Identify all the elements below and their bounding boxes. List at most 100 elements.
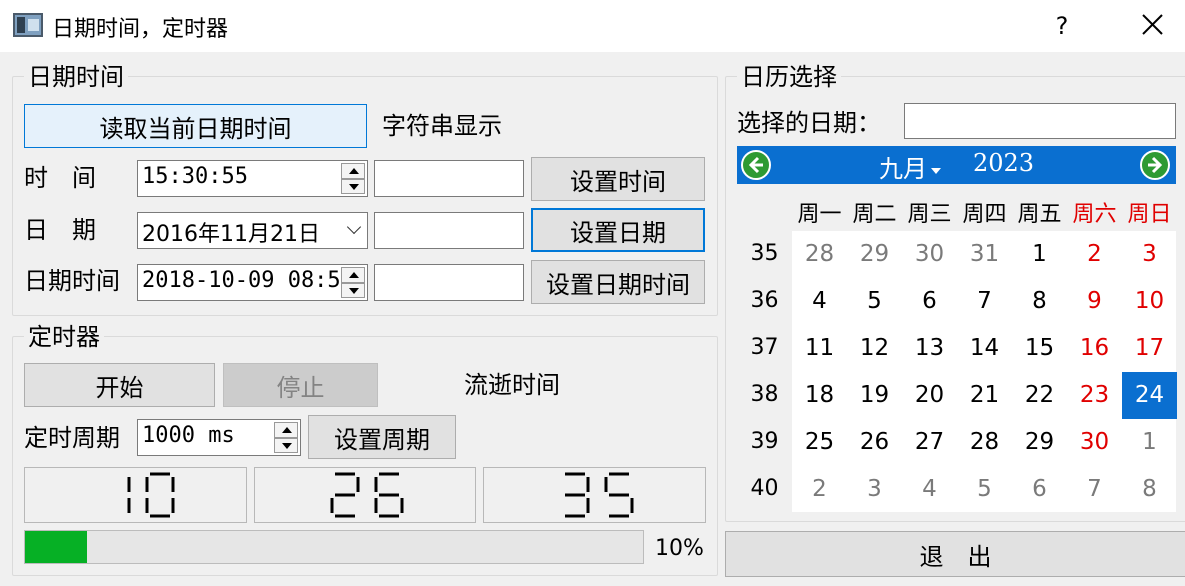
lcd-hour	[24, 467, 247, 523]
progress-bar	[24, 530, 644, 564]
calendar-day[interactable]: 6	[1012, 466, 1067, 513]
calendar-day[interactable]: 29	[847, 231, 902, 278]
calendar-day[interactable]: 13	[902, 325, 957, 372]
calendar-day[interactable]: 30	[902, 231, 957, 278]
calendar-day[interactable]: 24	[1122, 372, 1177, 419]
calendar-day[interactable]: 28	[792, 231, 847, 278]
progress-fill	[25, 531, 87, 563]
close-icon	[1142, 14, 1163, 35]
calendar-group-title: 日历选择	[737, 63, 841, 91]
calendar-day[interactable]: 6	[902, 278, 957, 325]
timer-group-title: 定时器	[24, 323, 104, 351]
time-text-input[interactable]	[374, 160, 524, 197]
weekday-header: 周二	[852, 202, 897, 227]
set-datetime-button[interactable]: 设置日期时间	[531, 260, 705, 304]
calendar-day[interactable]: 26	[847, 419, 902, 466]
calendar-day[interactable]: 11	[792, 325, 847, 372]
calendar-day[interactable]: 29	[1012, 419, 1067, 466]
datetime-edit[interactable]: 2018-10-09 08:5	[137, 264, 368, 301]
weekday-header: 周四	[962, 202, 1007, 227]
week-number: 38	[750, 382, 779, 407]
set-period-button[interactable]: 设置周期	[308, 415, 456, 459]
calendar-day[interactable]: 15	[1012, 325, 1067, 372]
lcd-second-digits	[564, 472, 633, 518]
selected-date-input[interactable]	[904, 103, 1176, 139]
calendar-day[interactable]: 18	[792, 372, 847, 419]
week-number: 40	[750, 476, 779, 501]
datetime-label: 日期时间	[24, 267, 120, 295]
calendar-day[interactable]: 1	[1122, 419, 1177, 466]
calendar-day[interactable]: 21	[957, 372, 1012, 419]
datetime-value: 2018-10-09 08:5	[142, 268, 341, 293]
exit-button[interactable]: 退 出	[725, 531, 1185, 577]
weekday-header: 周日	[1127, 202, 1172, 227]
calendar-day[interactable]: 20	[902, 372, 957, 419]
window-title: 日期时间，定时器	[52, 17, 229, 42]
spin-down-icon[interactable]	[341, 178, 365, 194]
prev-month-button[interactable]	[741, 150, 771, 180]
calendar-day[interactable]: 1	[1012, 231, 1067, 278]
calendar-day[interactable]: 5	[847, 278, 902, 325]
spin-up-icon[interactable]	[341, 267, 365, 283]
month-selector[interactable]: 九月	[879, 149, 941, 184]
calendar-day[interactable]: 27	[902, 419, 957, 466]
calendar-day[interactable]: 8	[1012, 278, 1067, 325]
period-spinbox[interactable]: 1000 ms	[137, 419, 301, 456]
spin-down-icon[interactable]	[341, 282, 365, 298]
calendar-day[interactable]: 3	[847, 466, 902, 513]
calendar-day[interactable]: 9	[1067, 278, 1122, 325]
calendar-day[interactable]: 28	[957, 419, 1012, 466]
spin-down-icon[interactable]	[274, 437, 298, 453]
calendar-day[interactable]: 14	[957, 325, 1012, 372]
time-spin[interactable]	[341, 163, 365, 194]
month-label: 九月	[879, 155, 927, 183]
set-time-button[interactable]: 设置时间	[531, 157, 705, 201]
spin-up-icon[interactable]	[341, 163, 365, 179]
period-spin[interactable]	[274, 422, 298, 453]
close-button[interactable]	[1130, 6, 1174, 46]
calendar-day[interactable]: 7	[1067, 466, 1122, 513]
time-edit[interactable]: 15:30:55	[137, 160, 368, 197]
date-label: 日 期	[24, 216, 96, 244]
calendar-day[interactable]: 3	[1122, 231, 1177, 278]
calendar-day[interactable]: 5	[957, 466, 1012, 513]
datetime-group-title: 日期时间	[24, 63, 128, 91]
calendar-day[interactable]: 10	[1122, 278, 1177, 325]
lcd-hour-digits	[127, 472, 174, 518]
string-display-label: 字符串显示	[382, 112, 502, 140]
calendar-day[interactable]: 2	[1067, 231, 1122, 278]
arrow-right-icon	[1148, 156, 1163, 174]
calendar-grid: 周一 周二 周三 周四 周五 周六 周日 35 28 29 30 31 1 2 3 36 4 5 6 7 8 9 10 37…	[737, 184, 1177, 513]
calendar-day[interactable]: 19	[847, 372, 902, 419]
set-date-button[interactable]: 设置日期	[531, 208, 705, 252]
calendar-day[interactable]: 4	[902, 466, 957, 513]
calendar-day[interactable]: 25	[792, 419, 847, 466]
calendar-day[interactable]: 30	[1067, 419, 1122, 466]
calendar-day[interactable]: 2	[792, 466, 847, 513]
calendar-day[interactable]: 17	[1122, 325, 1177, 372]
start-button[interactable]: 开始	[24, 363, 215, 407]
app-icon	[13, 13, 43, 37]
date-text-input[interactable]	[374, 212, 524, 249]
lcd-minute-digits	[330, 472, 404, 518]
year-selector[interactable]: 2023	[973, 149, 1034, 177]
period-label: 定时周期	[24, 424, 120, 452]
calendar-day[interactable]: 7	[957, 278, 1012, 325]
calendar-day[interactable]: 8	[1122, 466, 1177, 513]
next-month-button[interactable]	[1140, 150, 1170, 180]
calendar-day[interactable]: 12	[847, 325, 902, 372]
calendar-day[interactable]: 31	[957, 231, 1012, 278]
calendar-day[interactable]: 4	[792, 278, 847, 325]
read-datetime-button[interactable]: 读取当前日期时间	[24, 104, 367, 148]
lcd-minute	[254, 467, 476, 523]
datetime-spin[interactable]	[341, 267, 365, 298]
stop-button: 停止	[223, 363, 378, 407]
date-edit[interactable]: 2016年11月21日	[137, 212, 368, 249]
help-button[interactable]: ?	[1048, 6, 1076, 46]
calendar-day[interactable]: 16	[1067, 325, 1122, 372]
chevron-down-icon[interactable]	[346, 219, 362, 235]
datetime-text-input[interactable]	[374, 264, 524, 301]
calendar-day[interactable]: 23	[1067, 372, 1122, 419]
spin-up-icon[interactable]	[274, 422, 298, 438]
calendar-day[interactable]: 22	[1012, 372, 1067, 419]
